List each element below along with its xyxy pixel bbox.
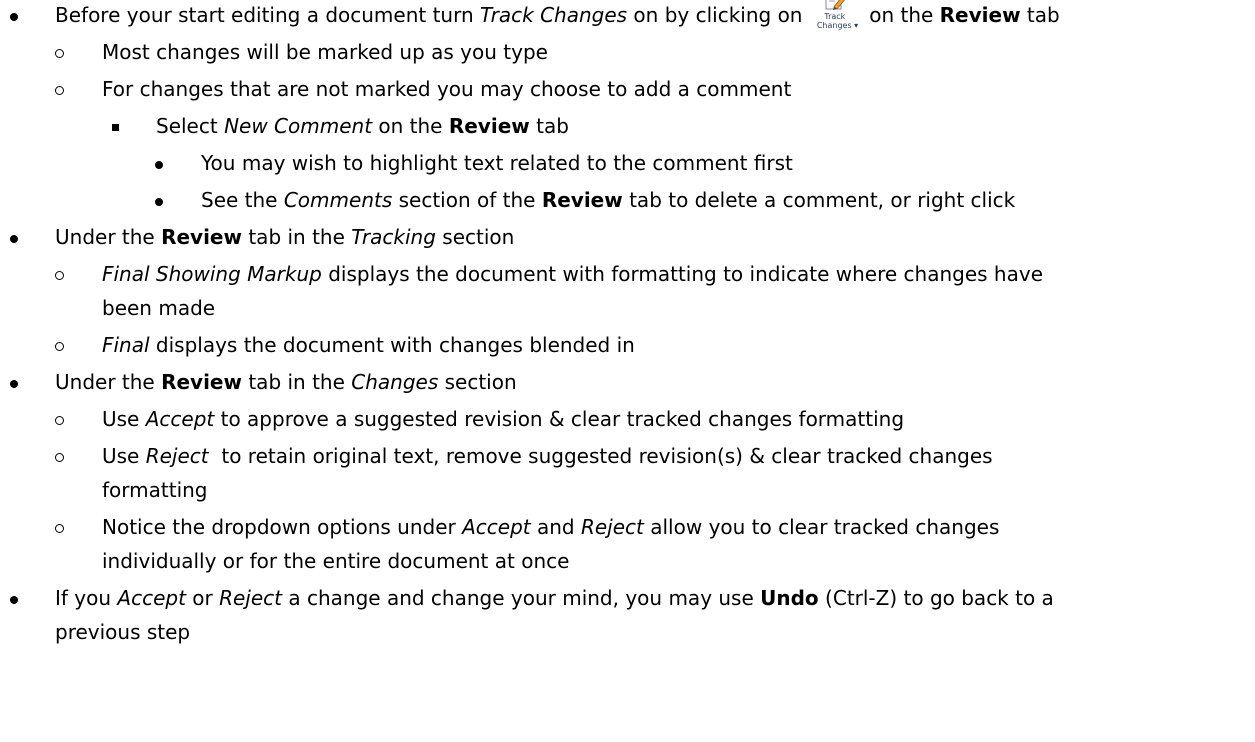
list-item-text: For changes that are not marked you may …	[102, 77, 792, 101]
list-item-text: Select New Comment on the Review tab	[156, 114, 569, 138]
list-item: Select New Comment on the Review tab	[0, 111, 1255, 141]
list-item: Use Reject to retain original text, remo…	[0, 441, 1255, 471]
disc-bullet	[155, 148, 163, 178]
list-item: For changes that are not marked you may …	[0, 74, 1255, 104]
list-item-text: If you Accept or Reject a change and cha…	[55, 586, 1054, 610]
document-page: Before your start editing a document tur…	[0, 0, 1255, 742]
list-item-text: been made	[102, 296, 216, 320]
list-item: Under the Review tab in the Changes sect…	[0, 367, 1255, 397]
list-item: Under the Review tab in the Tracking sec…	[0, 222, 1255, 252]
disc-bullet	[155, 185, 163, 215]
list-item-text: Most changes will be marked up as you ty…	[102, 40, 548, 64]
list-item: You may wish to highlight text related t…	[0, 148, 1255, 178]
list-item-text: formatting	[102, 478, 208, 502]
list-item-text: You may wish to highlight text related t…	[201, 151, 793, 175]
circle-bullet	[55, 404, 64, 434]
list-item: Final Showing Markup displays the docume…	[0, 259, 1255, 289]
list-item-text: Notice the dropdown options under Accept…	[102, 515, 1000, 539]
list-item-continuation: previous step	[0, 617, 1255, 647]
circle-bullet	[55, 259, 64, 289]
circle-bullet	[55, 512, 64, 542]
list-item: Most changes will be marked up as you ty…	[0, 37, 1255, 67]
disc-bullet	[10, 367, 18, 397]
list-item: Before your start editing a document tur…	[0, 0, 1255, 30]
disc-bullet	[10, 0, 18, 30]
list-item-continuation: formatting	[0, 475, 1255, 505]
list-item-text: Final displays the document with changes…	[102, 333, 635, 357]
list-item: Use Accept to approve a suggested revisi…	[0, 404, 1255, 434]
list-item-text: Use Accept to approve a suggested revisi…	[102, 407, 905, 431]
list-item-text: individually or for the entire document …	[102, 549, 570, 573]
list-item: Final displays the document with changes…	[0, 330, 1255, 360]
circle-bullet	[55, 330, 64, 360]
circle-bullet	[55, 74, 64, 104]
list-item: If you Accept or Reject a change and cha…	[0, 583, 1255, 613]
list-item-text: Under the Review tab in the Tracking sec…	[55, 225, 515, 249]
square-bullet	[112, 111, 119, 141]
disc-bullet	[10, 583, 18, 613]
disc-bullet	[10, 222, 18, 252]
list-item-text: Under the Review tab in the Changes sect…	[55, 370, 517, 394]
list-item-continuation: individually or for the entire document …	[0, 546, 1255, 576]
list-item-text: Use Reject to retain original text, remo…	[102, 444, 993, 468]
list-item-text: See the Comments section of the Review t…	[201, 188, 1016, 212]
track-changes-label: Track	[824, 12, 846, 21]
list-item-text: previous step	[55, 620, 191, 644]
circle-bullet	[55, 37, 64, 67]
track-changes-icon: Track Changes ▾	[816, 0, 859, 30]
track-changes-label-dropdown: Changes ▾	[816, 21, 859, 30]
circle-bullet	[55, 441, 64, 471]
list-item: Notice the dropdown options under Accept…	[0, 512, 1255, 542]
list-item-text: Before your start editing a document tur…	[55, 0, 1060, 40]
list-item-text: Final Showing Markup displays the docume…	[102, 262, 1043, 286]
list-item: See the Comments section of the Review t…	[0, 185, 1255, 215]
list-item-continuation: been made	[0, 293, 1255, 323]
